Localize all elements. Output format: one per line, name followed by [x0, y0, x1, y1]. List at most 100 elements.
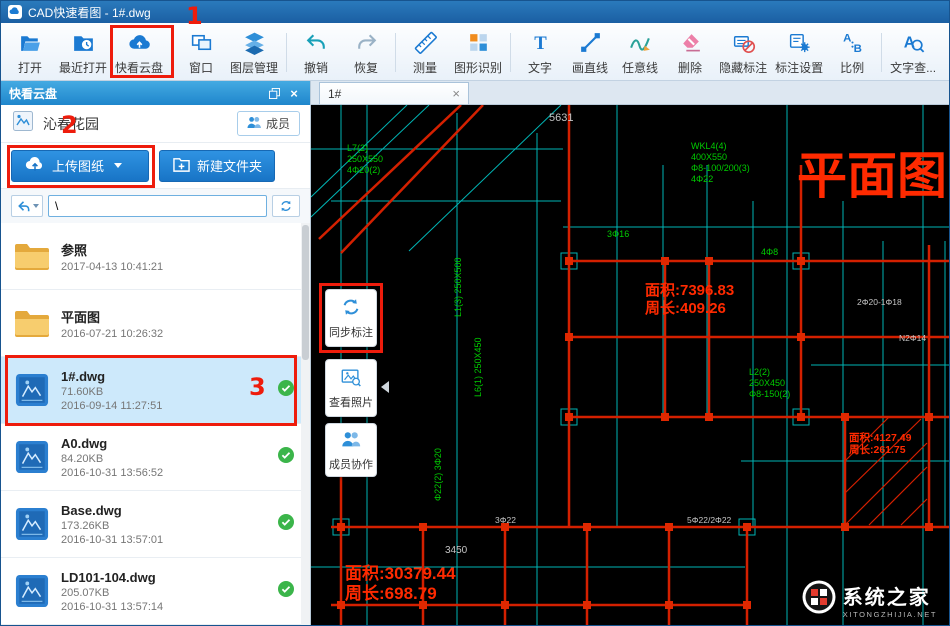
step-number-2: 2 — [61, 111, 78, 139]
toolbar-label: 最近打开 — [59, 59, 107, 76]
toolbar-label: 图层管理 — [230, 59, 278, 76]
layers-icon — [242, 30, 267, 58]
cloud-panel-header[interactable]: 快看云盘 × — [1, 81, 310, 105]
svg-text:L1(3) 250X500: L1(3) 250X500 — [453, 257, 463, 317]
toolbar-label: 快看云盘 — [115, 59, 163, 76]
svg-text:B: B — [853, 42, 861, 54]
svg-text:4Φ22: 4Φ22 — [691, 174, 713, 184]
toolbar-label: 测量 — [413, 59, 437, 76]
dwg-file-icon — [13, 574, 51, 608]
toolbar-button-free-line[interactable]: 任意线 — [615, 26, 665, 79]
step-number-3: 3 — [249, 373, 266, 401]
sync-annotation-button[interactable]: 同步标注 — [325, 289, 377, 347]
toolbar-button-draw-line[interactable]: 画直线 — [565, 26, 615, 79]
collaboration-icon — [340, 428, 362, 453]
text-icon: T — [528, 30, 553, 58]
recent-icon — [71, 30, 96, 58]
redo-icon — [354, 30, 379, 58]
member-collaboration-button[interactable]: 成员协作 — [325, 423, 377, 477]
undo-icon — [304, 30, 329, 58]
toolbar-button-cloud[interactable]: 快看云盘 — [111, 26, 167, 79]
scrollbar-thumb[interactable] — [302, 225, 309, 360]
file-item-canzhao[interactable]: 参照 2017-04-13 10:41:21 — [1, 223, 310, 290]
svg-text:周长:261.75: 周长:261.75 — [849, 443, 906, 456]
svg-text:400X550: 400X550 — [691, 152, 727, 162]
svg-text:周长:409.26: 周长:409.26 — [645, 299, 726, 317]
file-name: Base.dwg — [61, 503, 268, 518]
toolbar-button-text-search[interactable]: A 文字查... — [886, 26, 940, 79]
main-toolbar: 打开 最近打开 快看云盘 窗口 图层管理 撤销 恢复 — [1, 23, 949, 81]
toolbar-button-measure[interactable]: 测量 — [400, 26, 450, 79]
upload-dropdown-caret[interactable] — [114, 163, 122, 168]
toolbar-button-delete[interactable]: 删除 — [665, 26, 715, 79]
upload-drawing-button[interactable]: 上传图纸 — [11, 150, 149, 182]
synced-check-icon — [278, 447, 294, 468]
titlebar: CAD快速看图 - 1#.dwg — [1, 1, 949, 23]
dwg-file-icon — [13, 373, 51, 407]
toolbar-label: 撤销 — [304, 59, 328, 76]
toolbar-button-open[interactable]: 打开 — [5, 26, 55, 79]
column-markers — [337, 257, 933, 609]
back-button[interactable] — [11, 195, 43, 217]
drawing-area: 1# × — [311, 81, 949, 626]
annotation-settings-icon — [787, 30, 812, 58]
project-row: 沁春花园 成员 — [1, 105, 310, 143]
svg-text:3450: 3450 — [445, 545, 468, 556]
file-item-base-dwg[interactable]: Base.dwg 173.26KB 2016-10-31 13:57:01 — [1, 491, 310, 558]
cad-canvas[interactable]: 平面图 5631 3450 N2Φ14 2Φ20-1Φ18 5Φ22/2Φ22 … — [311, 105, 949, 626]
new-folder-button[interactable]: 新建文件夹 — [159, 150, 275, 182]
toolbar-button-window[interactable]: 窗口 — [176, 26, 226, 79]
toolbar-button-scale[interactable]: AB 比例 — [827, 26, 877, 79]
toolbar-button-hide-annotation[interactable]: 隐藏标注 — [715, 26, 771, 79]
file-size: 71.60KB — [61, 386, 268, 398]
collapse-arrow-icon[interactable] — [381, 381, 389, 393]
panel-actions-row: 上传图纸 新建文件夹 — [1, 143, 310, 189]
path-input[interactable] — [48, 195, 267, 217]
toolbar-button-undo[interactable]: 撤销 — [291, 26, 341, 79]
toolbar-separator — [881, 33, 882, 72]
photo-icon — [340, 366, 362, 391]
file-list-scrollbar[interactable] — [301, 223, 310, 626]
upload-label: 上传图纸 — [52, 156, 104, 175]
path-row — [1, 189, 310, 223]
refresh-button[interactable] — [272, 195, 300, 217]
back-dropdown-caret[interactable] — [33, 204, 39, 208]
toolbar-separator — [171, 33, 172, 72]
file-date: 2016-07-21 10:26:32 — [61, 328, 294, 340]
file-item-pingmiantu[interactable]: 平面图 2016-07-21 10:26:32 — [1, 290, 310, 357]
new-folder-icon — [172, 156, 191, 176]
toolbar-button-redo[interactable]: 恢复 — [341, 26, 391, 79]
toolbar-label: 图形识别 — [454, 59, 502, 76]
toolbar-button-annotation-settings[interactable]: 标注设置 — [771, 26, 827, 79]
project-icon — [11, 109, 35, 138]
view-photos-button[interactable]: 查看照片 — [325, 359, 377, 417]
file-name: LD101-104.dwg — [61, 570, 268, 585]
toolbar-button-shape-recognition[interactable]: 图形识别 — [450, 26, 506, 79]
file-item-a0-dwg[interactable]: A0.dwg 84.20KB 2016-10-31 13:56:52 — [1, 424, 310, 491]
toolbar-label: 文字查... — [890, 59, 936, 76]
svg-text:5Φ22/2Φ22: 5Φ22/2Φ22 — [687, 515, 732, 525]
svg-text:T: T — [534, 32, 547, 53]
toolbar-button-recent[interactable]: 最近打开 — [55, 26, 111, 79]
toolbar-label: 画直线 — [572, 59, 608, 76]
upload-cloud-icon — [24, 155, 46, 176]
members-button[interactable]: 成员 — [237, 111, 300, 136]
tab-1[interactable]: 1# × — [319, 82, 469, 104]
toolbar-label: 比例 — [840, 59, 864, 76]
cloud-panel: 快看云盘 × 沁春花园 成员 — [1, 81, 311, 626]
sync-icon — [340, 296, 362, 321]
watermark-logo — [802, 580, 836, 619]
float-panel-icon[interactable] — [266, 85, 282, 101]
toolbar-button-text[interactable]: T 文字 — [515, 26, 565, 79]
close-panel-icon[interactable]: × — [286, 85, 302, 101]
toolbar-button-layers[interactable]: 图层管理 — [226, 26, 282, 79]
svg-text:L6(1) 250X450: L6(1) 250X450 — [473, 337, 483, 397]
file-item-ld101-dwg[interactable]: LD101-104.dwg 205.07KB 2016-10-31 13:57:… — [1, 558, 310, 625]
cad-canvas-container: 平面图 5631 3450 N2Φ14 2Φ20-1Φ18 5Φ22/2Φ22 … — [311, 105, 949, 626]
tab-close-icon[interactable]: × — [452, 86, 460, 101]
toolbar-separator — [510, 33, 511, 72]
svg-text:250X450: 250X450 — [749, 378, 785, 388]
svg-text:周长:698.79: 周长:698.79 — [345, 583, 437, 603]
svg-text:面积:30379.44: 面积:30379.44 — [345, 564, 456, 583]
svg-text:WKL4(4): WKL4(4) — [691, 141, 727, 151]
